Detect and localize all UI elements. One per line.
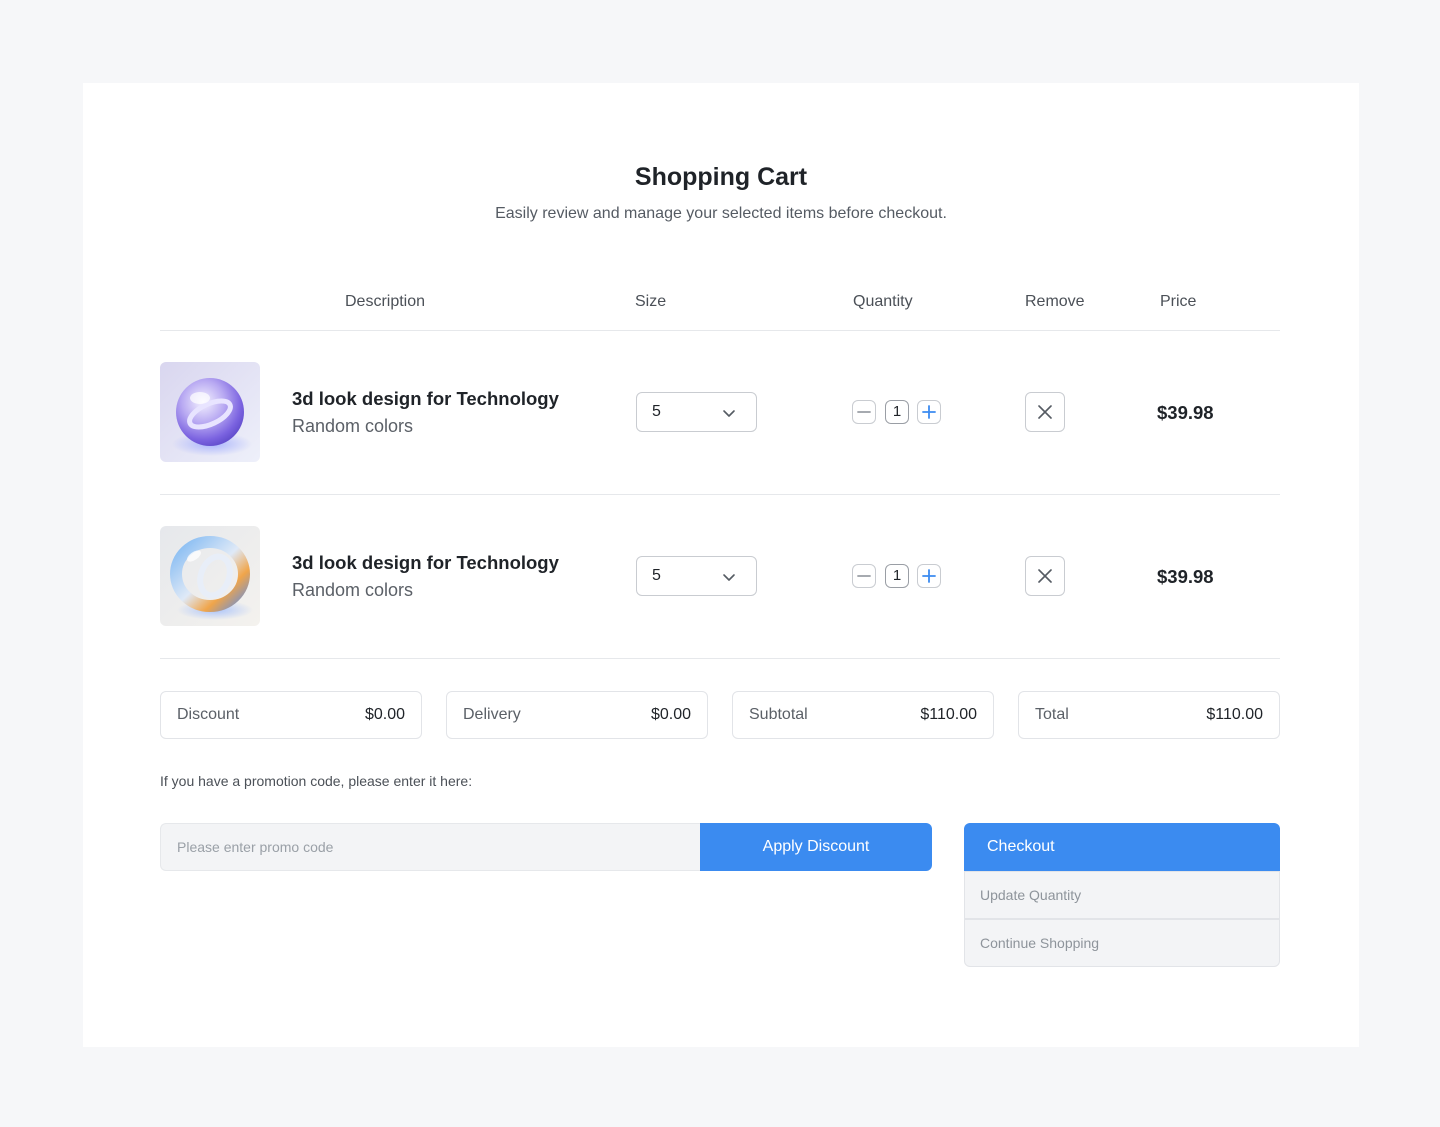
row-divider: [160, 658, 1280, 659]
decrease-quantity-button[interactable]: [852, 564, 876, 588]
glass-sphere-image: [160, 362, 260, 462]
summary-value: $110.00: [920, 706, 977, 723]
close-icon: [1038, 405, 1052, 419]
summary-label: Subtotal: [749, 706, 808, 723]
increase-quantity-button[interactable]: [917, 400, 941, 424]
promo-label: If you have a promotion code, please ent…: [160, 773, 473, 789]
item-price: $39.98: [1157, 566, 1214, 587]
summary-value: $0.00: [650, 706, 691, 723]
summary-label: Discount: [177, 706, 240, 723]
increase-quantity-button[interactable]: [917, 564, 941, 588]
plus-icon: [922, 569, 936, 583]
summary-label: Delivery: [463, 706, 521, 723]
plus-icon: [922, 405, 936, 419]
remove-item-button[interactable]: [1025, 392, 1065, 432]
column-header-remove: Remove: [1025, 293, 1085, 310]
cart-item-row: 3d look design for Technology Random col…: [160, 362, 1280, 462]
update-quantity-button[interactable]: Update Quantity: [964, 871, 1280, 919]
product-thumbnail: [160, 362, 260, 462]
glass-ring-image: [160, 526, 260, 626]
page-subtitle: Easily review and manage your selected i…: [495, 205, 947, 222]
quantity-value[interactable]: 1: [885, 564, 909, 588]
delivery-summary: Delivery $0.00: [446, 691, 708, 739]
quantity-value[interactable]: 1: [885, 400, 909, 424]
chevron-down-icon: [723, 574, 735, 581]
minus-icon: [857, 575, 871, 577]
discount-summary: Discount $0.00: [160, 691, 422, 739]
size-select[interactable]: 5: [636, 392, 757, 432]
header-divider: [160, 330, 1280, 331]
minus-icon: [857, 411, 871, 413]
subtotal-summary: Subtotal $110.00: [732, 691, 994, 739]
column-header-size: Size: [635, 293, 667, 310]
size-value: 5: [652, 403, 661, 420]
item-name: 3d look design for Technology: [292, 552, 559, 573]
continue-shopping-button[interactable]: Continue Shopping: [964, 919, 1280, 967]
total-summary: Total $110.00: [1018, 691, 1280, 739]
decrease-quantity-button[interactable]: [852, 400, 876, 424]
column-header-quantity: Quantity: [853, 293, 913, 310]
product-thumbnail: [160, 526, 260, 626]
promo-code-input[interactable]: [160, 823, 700, 871]
item-variant: Random colors: [292, 580, 414, 600]
summary-label: Total: [1035, 706, 1069, 723]
column-header-description: Description: [345, 293, 426, 310]
remove-item-button[interactable]: [1025, 556, 1065, 596]
checkout-button[interactable]: Checkout: [964, 823, 1280, 871]
page-title: Shopping Cart: [634, 163, 808, 191]
size-select[interactable]: 5: [636, 556, 757, 596]
item-price: $39.98: [1157, 402, 1214, 423]
chevron-down-icon: [723, 410, 735, 417]
size-value: 5: [652, 567, 661, 584]
close-icon: [1038, 569, 1052, 583]
column-header-price: Price: [1160, 293, 1197, 310]
apply-discount-button[interactable]: Apply Discount: [700, 823, 932, 871]
item-variant: Random colors: [292, 416, 414, 436]
cart-item-row: 3d look design for Technology Random col…: [160, 526, 1280, 626]
row-divider: [160, 494, 1280, 495]
summary-value: $110.00: [1206, 706, 1263, 723]
item-name: 3d look design for Technology: [292, 388, 559, 409]
cart-card: Shopping Cart Easily review and manage y…: [83, 83, 1359, 1047]
summary-value: $0.00: [364, 706, 405, 723]
